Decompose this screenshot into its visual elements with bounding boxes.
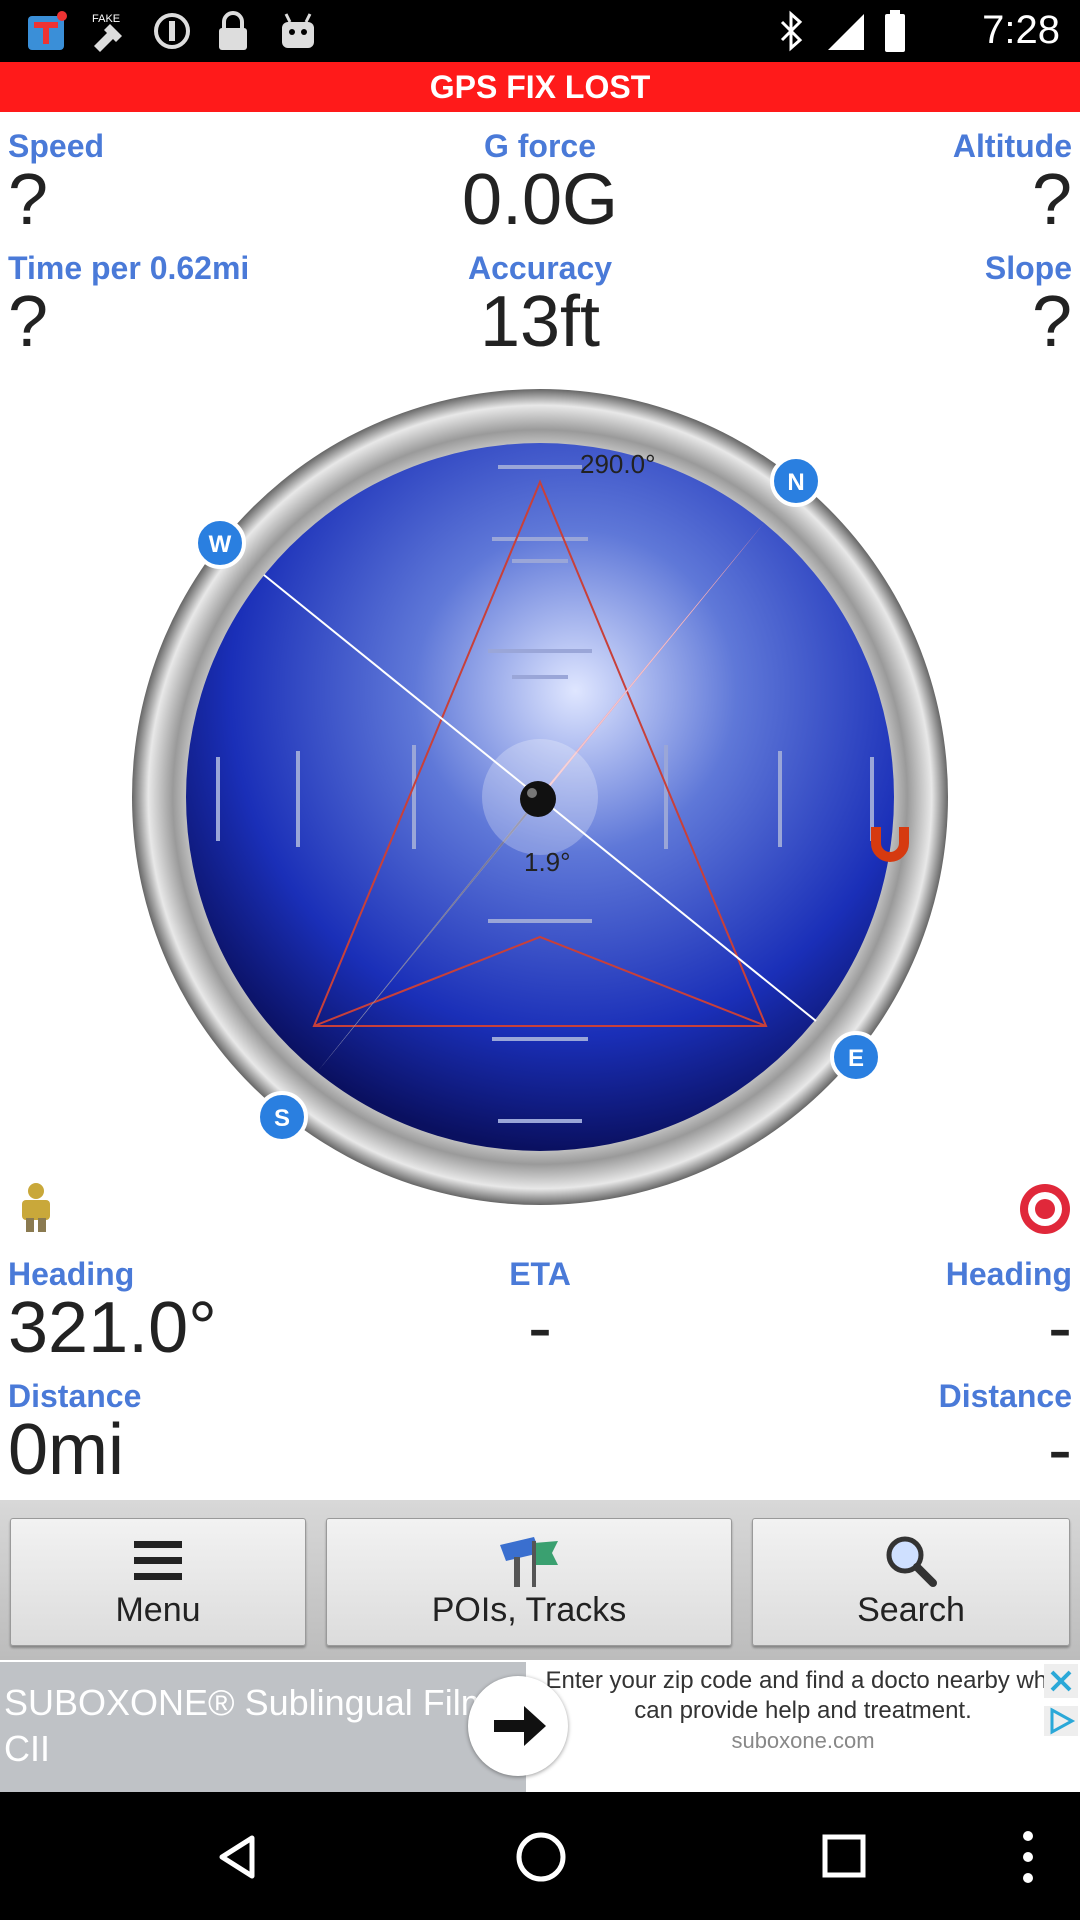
distance-left-value: 0mi — [8, 1410, 125, 1490]
pois-tracks-button[interactable]: POIs, Tracks — [326, 1518, 732, 1646]
android-icon — [282, 13, 314, 48]
bottom-toolbar: Menu POIs, Tracks Search — [0, 1500, 1080, 1660]
south-marker: S — [256, 1091, 308, 1143]
fake-gps-icon: FAKE — [92, 13, 122, 52]
battery-icon — [885, 10, 905, 52]
search-button[interactable]: Search — [752, 1518, 1070, 1646]
heading-right-value: - — [1048, 1288, 1072, 1368]
ad-choices-icon[interactable] — [1044, 1706, 1078, 1736]
lock-icon — [219, 11, 247, 50]
pois-tracks-label: POIs, Tracks — [431, 1591, 627, 1629]
target-icon[interactable] — [1018, 1182, 1072, 1236]
system-nav-bar — [0, 1792, 1080, 1920]
back-icon[interactable] — [212, 1832, 262, 1882]
ad-body: Enter your zip code and find a docto nea… — [545, 1667, 1061, 1724]
ad-body-container[interactable]: Enter your zip code and find a docto nea… — [526, 1662, 1080, 1792]
status-time: 7:28 — [982, 8, 1060, 52]
gforce-value: 0.0G — [461, 160, 619, 240]
west-marker: W — [194, 517, 246, 569]
app-notification-icon — [28, 11, 67, 50]
compass-dial[interactable]: 290.0° 1.9° N W E S — [128, 385, 952, 1209]
ad-title[interactable]: SUBOXONE® Sublingual Film CII — [0, 1662, 526, 1792]
svg-text:N: N — [787, 469, 804, 496]
compass-center-reading: 1.9° — [524, 847, 571, 877]
eta-value: - — [528, 1288, 552, 1368]
status-bar: FAKE 7:28 — [0, 0, 1080, 62]
ad-banner[interactable]: SUBOXONE® Sublingual Film CII Enter your… — [0, 1662, 1080, 1792]
ad-domain: suboxone.com — [731, 1728, 875, 1753]
ad-close-icon[interactable] — [1044, 1664, 1078, 1698]
svg-text:E: E — [848, 1045, 864, 1072]
distance-right-value: - — [1048, 1410, 1072, 1490]
signal-icon — [828, 14, 864, 50]
ad-arrow-icon[interactable] — [468, 1676, 568, 1776]
north-marker: N — [770, 455, 822, 507]
east-marker: E — [830, 1031, 882, 1083]
search-label: Search — [857, 1591, 965, 1629]
person-icon[interactable] — [16, 1182, 56, 1232]
menu-button[interactable]: Menu — [10, 1518, 306, 1646]
compass-top-reading: 290.0° — [580, 449, 655, 479]
slope-value: ? — [1031, 282, 1072, 362]
overflow-menu-icon[interactable] — [1014, 1828, 1042, 1886]
recents-icon[interactable] — [820, 1832, 868, 1880]
svg-text:W: W — [209, 531, 232, 558]
svg-text:FAKE: FAKE — [92, 13, 120, 25]
menu-icon — [134, 1541, 182, 1580]
bluetooth-icon — [780, 10, 803, 52]
menu-label: Menu — [115, 1591, 201, 1629]
gps-fix-banner: GPS FIX LOST — [0, 62, 1080, 112]
search-icon — [886, 1536, 937, 1587]
pin-flag-icon — [500, 1537, 558, 1587]
altitude-value: ? — [1031, 160, 1072, 240]
info-icon — [154, 13, 190, 49]
home-icon[interactable] — [514, 1830, 568, 1884]
svg-text:S: S — [274, 1105, 290, 1132]
accuracy-value: 13ft — [479, 282, 601, 362]
